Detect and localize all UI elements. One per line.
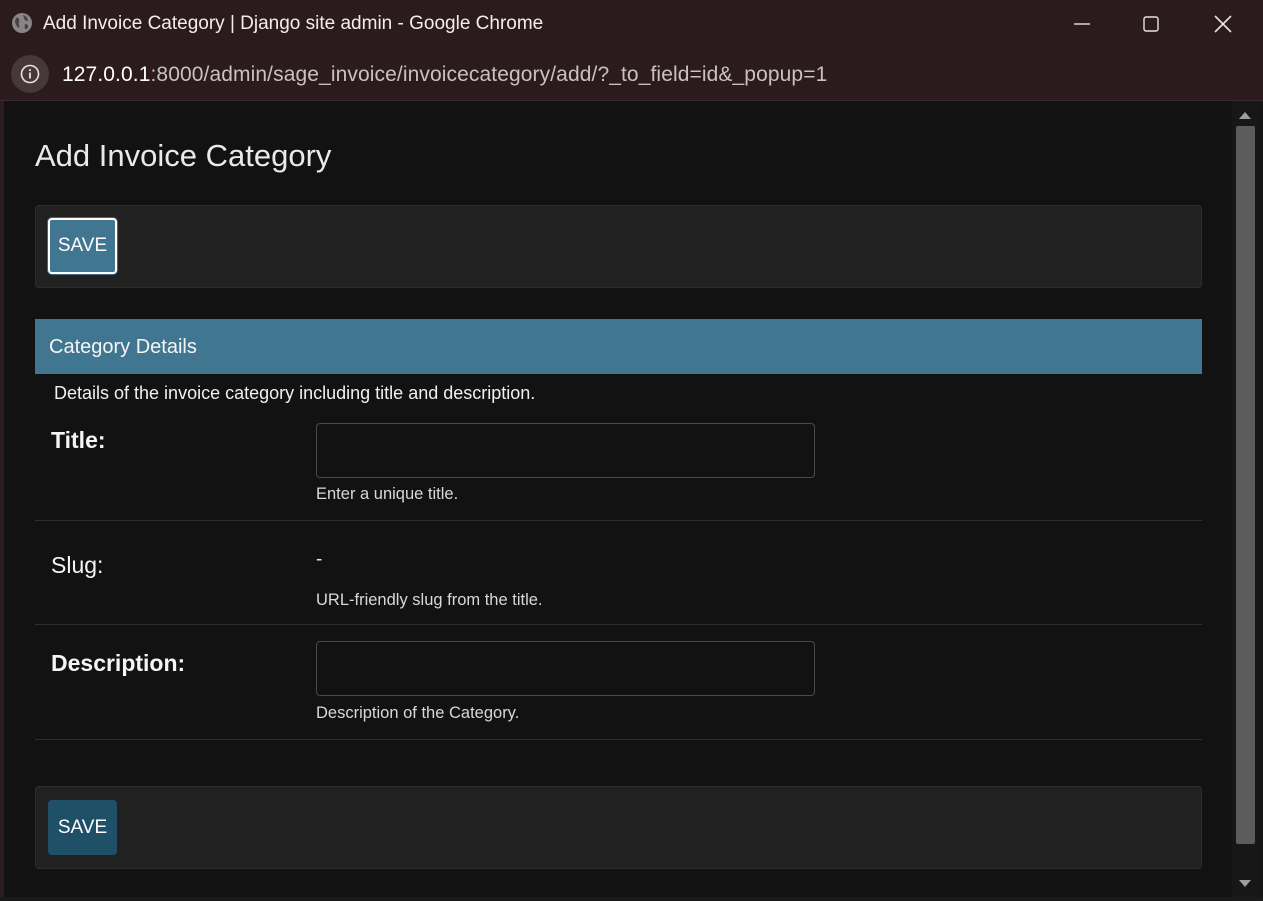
save-button-top[interactable]: SAVE (48, 218, 117, 274)
submit-row-bottom: SAVE (35, 786, 1202, 869)
browser-titlebar: Add Invoice Category | Django site admin… (0, 0, 1263, 48)
url-host: 127.0.0.1 (62, 63, 151, 86)
site-info-button[interactable] (11, 55, 49, 93)
form-row-title: Title: Enter a unique title. (35, 411, 1202, 521)
close-icon (1214, 15, 1232, 33)
description-input[interactable] (316, 641, 815, 696)
window-edge-right (1259, 101, 1263, 901)
fieldset-description: Details of the invoice category includin… (54, 383, 536, 403)
fieldset-header: Category Details (35, 319, 1202, 374)
url-path: :8000/admin/sage_invoice/invoicecategory… (150, 63, 828, 86)
close-button[interactable] (1189, 0, 1257, 48)
window-edge-bottom (0, 897, 1263, 901)
title-help: Enter a unique title. (316, 485, 459, 503)
globe-icon (11, 12, 33, 34)
title-input[interactable] (316, 423, 815, 478)
form-row-slug: Slug: - URL-friendly slug from the title… (35, 521, 1202, 625)
minimize-icon (1074, 23, 1090, 25)
slug-help: URL-friendly slug from the title. (316, 591, 543, 609)
maximize-button[interactable] (1117, 0, 1185, 48)
page-viewport: Add Invoice Category SAVE Category Detai… (4, 101, 1232, 897)
submit-row-top: SAVE (35, 205, 1202, 288)
page-title: Add Invoice Category (35, 138, 332, 173)
scrollbar-thumb[interactable] (1236, 126, 1255, 844)
info-icon (20, 64, 40, 84)
description-label: Description: (51, 650, 186, 676)
scroll-up-arrow-icon[interactable] (1239, 112, 1251, 119)
form-row-description: Description: Description of the Category… (35, 625, 1202, 740)
slug-readonly-value: - (316, 549, 323, 570)
url-field[interactable]: 127.0.0.1:8000/admin/sage_invoice/invoic… (62, 63, 827, 87)
description-help: Description of the Category. (316, 704, 520, 722)
save-button-bottom[interactable]: SAVE (48, 800, 117, 855)
scroll-down-arrow-icon[interactable] (1239, 880, 1251, 887)
minimize-button[interactable] (1048, 0, 1116, 48)
slug-label: Slug: (51, 552, 104, 578)
window-title: Add Invoice Category | Django site admin… (43, 13, 544, 34)
title-label: Title: (51, 427, 106, 453)
address-bar: 127.0.0.1:8000/admin/sage_invoice/invoic… (0, 48, 1263, 101)
vertical-scrollbar[interactable] (1232, 101, 1259, 897)
maximize-icon (1143, 16, 1159, 32)
